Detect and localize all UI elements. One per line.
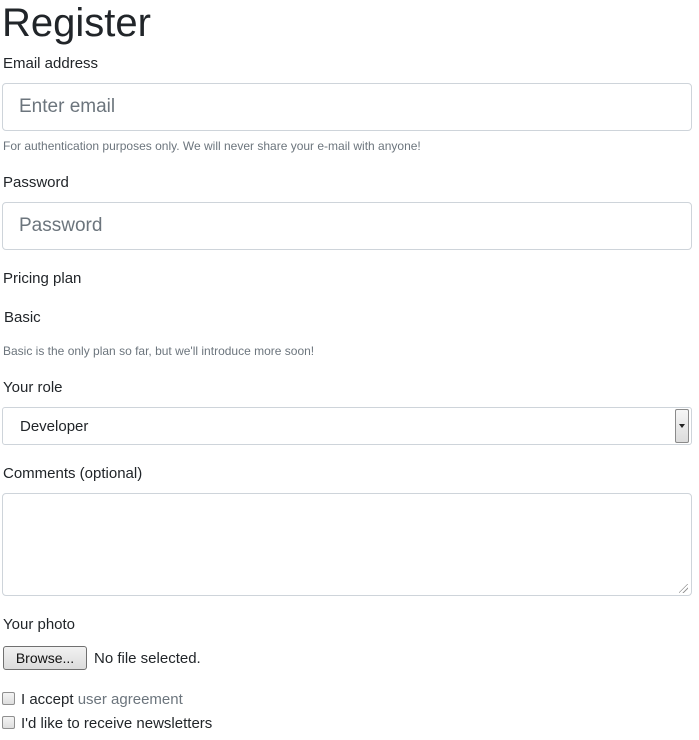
user-agreement-link[interactable]: user agreement xyxy=(78,691,183,708)
photo-label: Your photo xyxy=(3,616,76,633)
file-status-text: No file selected. xyxy=(94,650,201,667)
pricing-plan-value: Basic xyxy=(4,309,41,326)
chevron-down-icon[interactable] xyxy=(675,409,689,443)
email-label: Email address xyxy=(3,55,99,72)
register-page: Register Email address For authenticatio… xyxy=(0,0,699,740)
password-label: Password xyxy=(3,174,69,191)
agreement-checkbox[interactable] xyxy=(2,692,15,705)
pricing-plan-label: Pricing plan xyxy=(3,270,82,287)
role-select[interactable]: Developer xyxy=(2,407,692,445)
agreement-label: I accept user agreement xyxy=(21,691,183,709)
role-label: Your role xyxy=(3,379,63,396)
role-select-value: Developer xyxy=(20,418,89,435)
comments-label: Comments (optional) xyxy=(3,465,143,482)
browse-button[interactable]: Browse... xyxy=(3,646,87,670)
email-help-text: For authentication purposes only. We wil… xyxy=(3,139,421,153)
page-title: Register xyxy=(2,1,151,45)
newsletter-checkbox[interactable] xyxy=(2,716,15,729)
email-field[interactable] xyxy=(2,83,692,131)
password-field[interactable] xyxy=(2,202,692,250)
pricing-plan-help-text: Basic is the only plan so far, but we'll… xyxy=(3,344,315,358)
newsletter-label: I'd like to receive newsletters xyxy=(21,715,213,732)
comments-textarea[interactable] xyxy=(2,493,692,596)
resize-grip-icon[interactable] xyxy=(679,584,688,593)
agreement-label-prefix: I accept xyxy=(21,691,74,708)
